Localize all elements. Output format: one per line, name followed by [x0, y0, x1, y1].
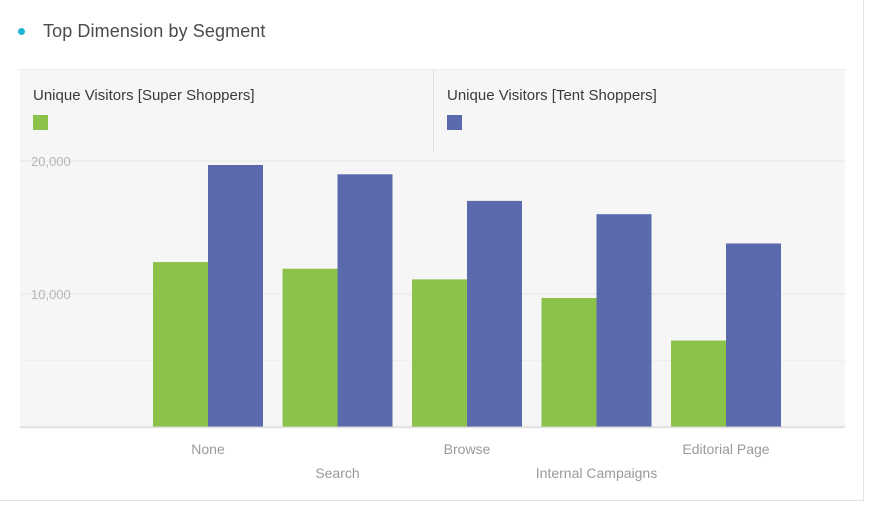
- bar-chart-plot: 20,000 10,000 None Search Browse Internal Cam…: [20, 154, 845, 481]
- x-category-label: Internal Campaigns: [536, 465, 657, 481]
- bar-tent-shoppers: [208, 164, 263, 428]
- x-category-label: Search: [315, 465, 359, 481]
- bar-super-shoppers: [671, 340, 726, 427]
- y-tick-label: 10,000: [31, 287, 71, 302]
- bar-super-shoppers: [412, 279, 467, 427]
- y-tick-label: 20,000: [31, 154, 71, 169]
- x-category-label: Browse: [444, 441, 491, 457]
- bar-super-shoppers: [282, 268, 338, 427]
- bar-tent-shoppers: [596, 214, 652, 427]
- page: Top Dimension by Segment Unique Visitors…: [0, 0, 878, 512]
- x-category-label: None: [191, 441, 225, 457]
- bar-tent-shoppers: [467, 200, 522, 427]
- x-category-label: Editorial Page: [682, 441, 769, 457]
- bar-tent-shoppers: [726, 243, 781, 427]
- bar-super-shoppers: [153, 262, 208, 427]
- bar-tent-shoppers: [337, 174, 393, 427]
- bar-super-shoppers: [541, 297, 597, 427]
- chart-widget-card: Top Dimension by Segment Unique Visitors…: [0, 0, 864, 501]
